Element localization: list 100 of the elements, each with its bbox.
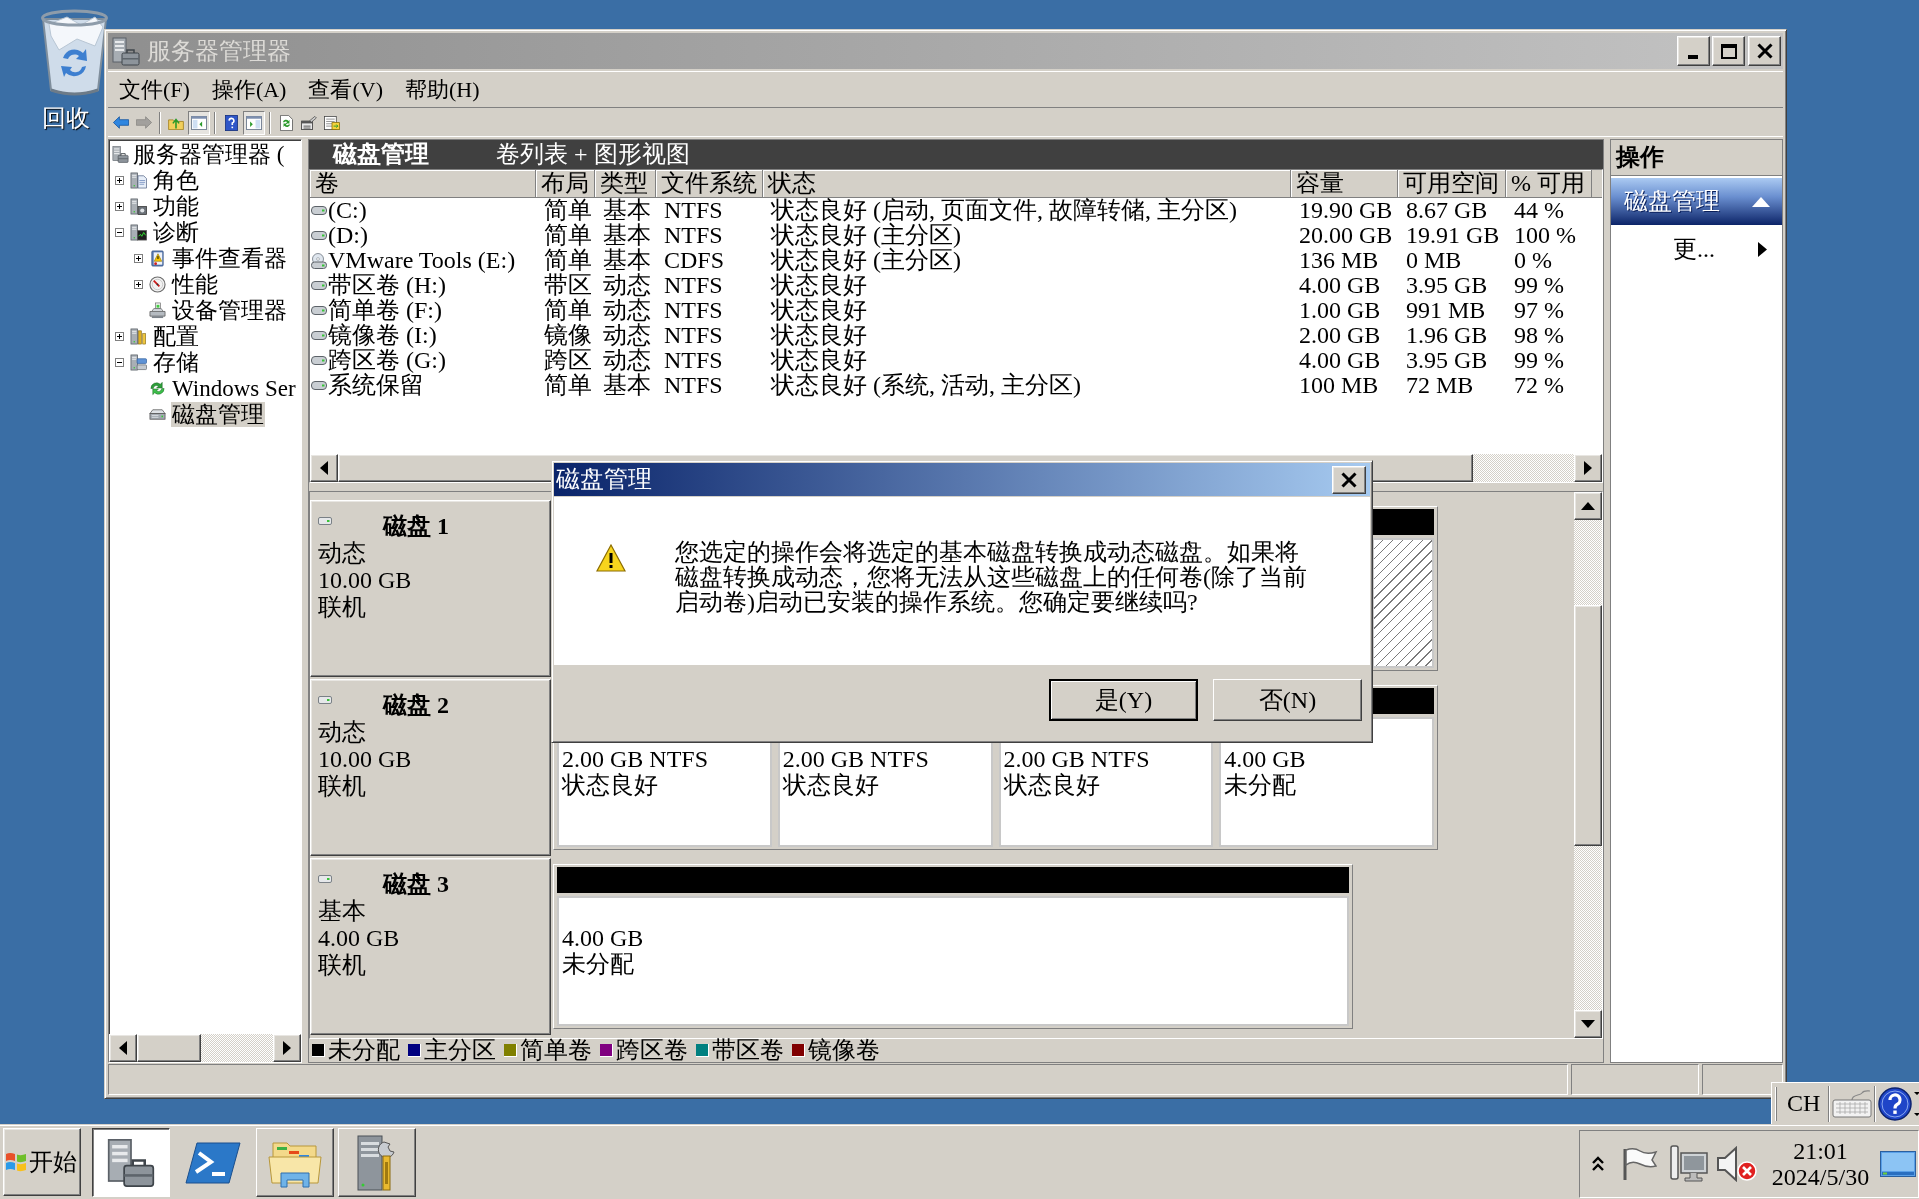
clock-time[interactable]: 21:01 — [1793, 1138, 1848, 1164]
plus-box-icon[interactable] — [115, 331, 124, 341]
gauge-icon — [149, 275, 166, 293]
minus-box-icon[interactable] — [115, 357, 124, 367]
clock-date[interactable]: 2024/5/30 — [1771, 1164, 1870, 1190]
plus-box-icon[interactable] — [115, 175, 124, 185]
plus-box-icon[interactable] — [134, 253, 143, 263]
log-book-icon — [149, 249, 166, 267]
double-up-arrow-icon[interactable] — [1592, 1156, 1604, 1172]
partition-size: 2.00 GB NTFS — [782, 746, 930, 772]
options-arrow-icon[interactable] — [1914, 1091, 1919, 1116]
tree-item[interactable]: 性能 — [171, 271, 219, 297]
column-header[interactable]: 类型 — [595, 170, 656, 197]
column-header[interactable]: 卷 — [310, 170, 536, 197]
scrollbar-thumb[interactable] — [1574, 605, 1602, 846]
dialog-button[interactable]: 是(Y) — [1049, 679, 1198, 721]
console-tree-button[interactable] — [188, 110, 210, 135]
tree-item[interactable]: 功能 — [152, 193, 200, 219]
menu-item[interactable]: 文件(F) — [108, 77, 201, 102]
menu-item[interactable]: 查看(V) — [297, 77, 394, 102]
window-title: 服务器管理器 — [147, 38, 292, 64]
language-indicator[interactable]: CH — [1781, 1091, 1827, 1116]
taskbar-button[interactable] — [92, 1128, 170, 1197]
server-toolbox-icon — [112, 145, 129, 163]
scroll-right-button[interactable] — [1574, 454, 1602, 482]
tree-item[interactable]: 诊断 — [152, 219, 200, 245]
help-icon[interactable] — [1878, 1086, 1913, 1121]
up-triangle-icon[interactable] — [1752, 196, 1770, 207]
right-triangle-icon[interactable] — [1758, 242, 1767, 257]
minus-box-icon[interactable] — [115, 227, 124, 237]
column-header[interactable]: 布局 — [536, 170, 595, 197]
section-header[interactable]: 磁盘管理 — [1611, 178, 1782, 225]
table-cell-text: 19.90 GB — [1298, 198, 1394, 223]
tree-item[interactable]: 存储 — [152, 349, 200, 375]
close-button[interactable] — [1332, 465, 1366, 494]
menu-item[interactable]: 操作(A) — [200, 77, 298, 102]
disk-size: 4.00 GB — [318, 925, 401, 952]
table-cell-text: 状态良好 (主分区) — [770, 248, 962, 273]
scrollbar-thumb[interactable] — [137, 1034, 201, 1062]
action-item[interactable]: 更... — [1673, 237, 1715, 262]
table-cell-text: 带区 — [543, 273, 593, 298]
table-cell-text: 状态良好 (系统, 活动, 主分区) — [770, 373, 1082, 398]
right-triangle-icon — [1584, 461, 1592, 475]
plus-box-icon[interactable] — [134, 279, 143, 289]
table-cell-text: 1.96 GB — [1405, 323, 1489, 348]
partition[interactable] — [1372, 538, 1434, 668]
column-header[interactable]: 容量 — [1291, 170, 1398, 197]
action-pane-button[interactable] — [243, 110, 265, 135]
table-cell-text: NTFS — [663, 198, 724, 223]
plus-box-icon[interactable] — [115, 201, 124, 211]
column-header[interactable]: 可用空间 — [1398, 170, 1506, 197]
network-computer-icon[interactable] — [1668, 1145, 1708, 1183]
column-header[interactable]: 状态 — [763, 170, 1291, 197]
tree-item[interactable]: 服务器管理器 ( — [132, 141, 286, 167]
logo-icon — [5, 1151, 27, 1173]
scroll-left-button[interactable] — [109, 1034, 137, 1062]
tree-item[interactable]: 角色 — [152, 167, 200, 193]
dialog-button[interactable]: 否(N) — [1213, 679, 1362, 721]
table-cell-text: 基本 — [602, 223, 652, 248]
desktop-icon-label[interactable]: 回收 — [42, 106, 90, 131]
table-cell-text: 3.95 GB — [1405, 348, 1489, 373]
table-cell-text: 动态 — [602, 273, 652, 298]
scroll-right-button[interactable] — [273, 1034, 301, 1062]
column-header[interactable]: % 可用 — [1506, 170, 1592, 197]
server-drives-icon — [130, 353, 147, 371]
partition[interactable]: 4.00 GB 未分配 — [557, 896, 1349, 1026]
disk-status: 联机 — [318, 594, 367, 621]
table-cell-text: 基本 — [602, 373, 652, 398]
table-cell-text: 19.91 GB — [1405, 223, 1501, 248]
menu-item[interactable]: 帮助(H) — [394, 77, 491, 102]
tree-item[interactable]: 配置 — [152, 323, 200, 349]
pane-title: 操作 — [1611, 140, 1782, 176]
table-cell-text: 状态良好 — [770, 348, 868, 373]
table-cell-text: 991 MB — [1405, 298, 1487, 323]
start-button[interactable]: 开始 — [3, 1128, 81, 1196]
tree-item[interactable]: Windows Ser — [171, 375, 297, 401]
scroll-up-button[interactable] — [1574, 492, 1602, 520]
tree-item[interactable]: 事件查看器 — [171, 245, 288, 271]
screen-icon[interactable] — [1880, 1151, 1916, 1177]
drive-icon — [318, 517, 332, 525]
scroll-left-button[interactable] — [310, 454, 338, 482]
partition-size: 4.00 GB — [1224, 746, 1307, 772]
partition-status: 状态良好 — [562, 772, 659, 798]
speaker-muted-icon[interactable] — [1716, 1146, 1758, 1182]
disk-panel[interactable]: 磁盘 1 动态 10.00 GB 联机 — [310, 500, 551, 677]
scroll-down-button[interactable] — [1574, 1010, 1602, 1038]
partition-size: 2.00 GB NTFS — [562, 746, 710, 772]
table-cell-text: 136 MB — [1298, 248, 1380, 273]
disk-panel[interactable]: 磁盘 3 基本 4.00 GB 联机 — [310, 858, 551, 1035]
disk-name: 磁盘 2 — [383, 692, 449, 719]
tree-item[interactable]: 磁盘管理 — [171, 401, 265, 427]
table-cell-text: 72 MB — [1405, 373, 1475, 398]
table-cell-text: 44 % — [1513, 198, 1565, 223]
shell-prompt-icon — [185, 1140, 241, 1185]
table-cell-text: NTFS — [663, 373, 724, 398]
column-header[interactable]: 文件系统 — [656, 170, 763, 197]
table-cell-text: NTFS — [663, 298, 724, 323]
table-cell-text: 0 % — [1513, 248, 1553, 273]
disk-panel[interactable]: 磁盘 2 动态 10.00 GB 联机 — [310, 679, 551, 856]
tree-item[interactable]: 设备管理器 — [171, 297, 288, 323]
